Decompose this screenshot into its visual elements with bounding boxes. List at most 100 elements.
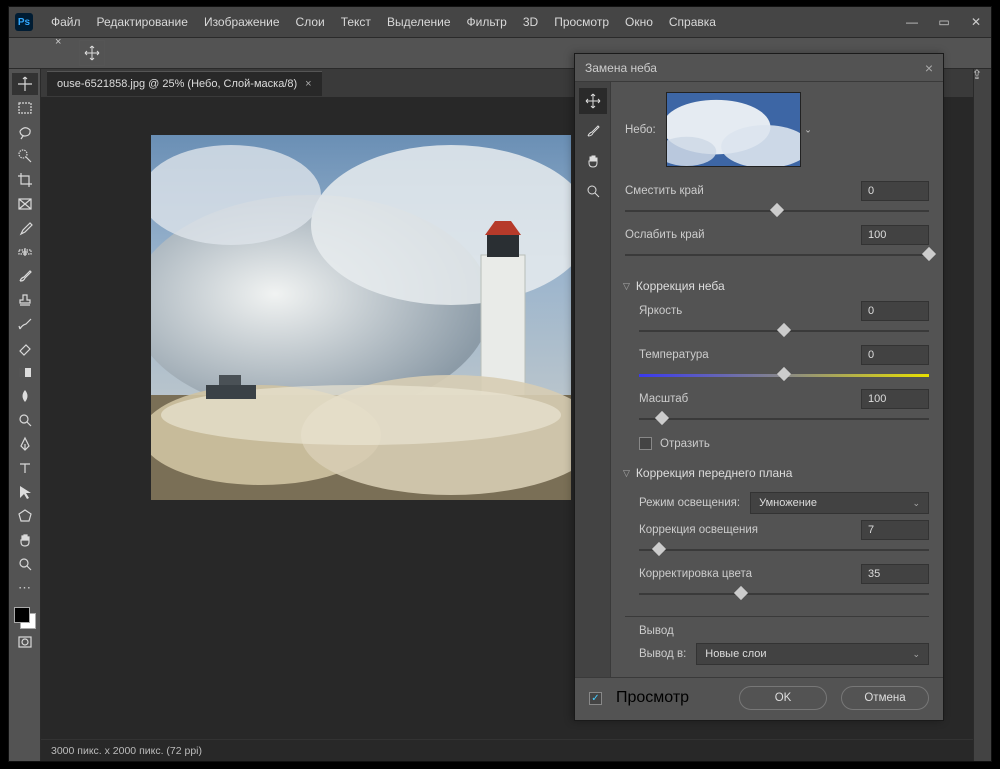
output-to-select[interactable]: Новые слои⌄ <box>696 643 929 665</box>
stamp-tool[interactable] <box>12 289 38 311</box>
cancel-button[interactable]: Отмена <box>841 686 929 710</box>
dialog-footer: ✓ Просмотр OK Отмена <box>575 677 943 720</box>
preview-checkbox[interactable]: ✓ <box>589 692 602 705</box>
scale-slider[interactable] <box>639 411 929 427</box>
dialog-hand-tool[interactable] <box>579 148 607 174</box>
color-adjust-label: Корректировка цвета <box>639 568 752 580</box>
zoom-tool[interactable] <box>12 553 38 575</box>
flip-checkbox[interactable] <box>639 437 652 450</box>
brightness-input[interactable] <box>861 301 929 321</box>
status-bar: 3000 пикс. x 2000 пикс. (72 ppi) <box>41 739 973 761</box>
path-select-tool[interactable] <box>12 481 38 503</box>
quick-select-tool[interactable] <box>12 145 38 167</box>
document-tab-label: ouse-6521858.jpg @ 25% (Небо, Слой-маска… <box>57 78 297 90</box>
dodge-tool[interactable] <box>12 409 38 431</box>
menu-item[interactable]: Окно <box>617 9 661 35</box>
menu-item[interactable]: Выделение <box>379 9 459 35</box>
menu-item[interactable]: Фильтр <box>459 9 515 35</box>
eyedropper-tool[interactable] <box>12 217 38 239</box>
light-mode-label: Режим освещения: <box>639 497 740 509</box>
frame-tool[interactable] <box>12 193 38 215</box>
panel-close-icon[interactable]: × <box>55 36 61 48</box>
dialog-titlebar: Замена неба × <box>575 54 943 82</box>
quick-mask-toggle[interactable] <box>12 631 38 653</box>
chevron-down-icon: ⌄ <box>912 498 920 509</box>
close-button[interactable]: ✕ <box>961 12 991 32</box>
color-swatches[interactable] <box>14 607 36 629</box>
dialog-close-icon[interactable]: × <box>925 60 933 76</box>
shift-edge-input[interactable] <box>861 181 929 201</box>
edit-toolbar[interactable]: ⋯ <box>12 577 38 599</box>
pen-tool[interactable] <box>12 433 38 455</box>
dialog-sky-brush-tool[interactable] <box>579 118 607 144</box>
output-header: Вывод <box>639 625 929 637</box>
light-adjust-label: Коррекция освещения <box>639 524 758 536</box>
dialog-title: Замена неба <box>585 61 657 75</box>
fg-adjust-section[interactable]: ▽ Коррекция переднего плана <box>623 466 929 480</box>
menu-item[interactable]: Изображение <box>196 9 288 35</box>
canvas-image <box>151 135 571 500</box>
menu-item[interactable]: Слои <box>288 9 333 35</box>
light-mode-select[interactable]: Умножение⌄ <box>750 492 929 514</box>
document-tab[interactable]: ouse-6521858.jpg @ 25% (Небо, Слой-маска… <box>47 71 322 96</box>
temperature-input[interactable] <box>861 345 929 365</box>
preview-label: Просмотр <box>616 689 689 707</box>
dialog-content: Небо: ⌄ Сместить край <box>611 82 943 677</box>
history-brush-tool[interactable] <box>12 313 38 335</box>
healing-tool[interactable] <box>12 241 38 263</box>
shape-tool[interactable] <box>12 505 38 527</box>
blur-tool[interactable] <box>12 385 38 407</box>
type-tool[interactable] <box>12 457 38 479</box>
color-adjust-input[interactable] <box>861 564 929 584</box>
color-adjust-slider[interactable] <box>639 586 929 602</box>
chevron-down-icon: ⌄ <box>912 649 920 660</box>
brightness-slider[interactable] <box>639 323 929 339</box>
rect-marquee-tool[interactable] <box>12 97 38 119</box>
move-tool[interactable] <box>12 73 38 95</box>
scale-label: Масштаб <box>639 393 688 405</box>
temperature-label: Температура <box>639 349 709 361</box>
share-icon[interactable]: ⇪ <box>967 65 987 85</box>
toolbox: ⋯ <box>9 69 41 761</box>
scale-input[interactable] <box>861 389 929 409</box>
menu-bar: Ps ФайлРедактированиеИзображениеСлоиТекс… <box>9 7 991 37</box>
dialog-move-tool[interactable] <box>579 88 607 114</box>
sky-adjust-section[interactable]: ▽ Коррекция неба <box>623 279 929 293</box>
menu-item[interactable]: Справка <box>661 9 724 35</box>
eraser-tool[interactable] <box>12 337 38 359</box>
gradient-tool[interactable] <box>12 361 38 383</box>
menu-item[interactable]: Просмотр <box>546 9 617 35</box>
dialog-toolbar <box>575 82 611 677</box>
dialog-zoom-tool[interactable] <box>579 178 607 204</box>
minimize-button[interactable]: — <box>897 12 927 32</box>
menu-item[interactable]: 3D <box>515 9 546 35</box>
chevron-down-icon: ⌄ <box>804 124 812 135</box>
sky-label: Небо: <box>625 124 656 136</box>
light-adjust-input[interactable] <box>861 520 929 540</box>
app-window: Ps ФайлРедактированиеИзображениеСлоиТекс… <box>8 6 992 762</box>
menu-item[interactable]: Текст <box>333 9 379 35</box>
flip-label: Отразить <box>660 438 710 450</box>
fade-edge-slider[interactable] <box>625 247 929 263</box>
menu-item[interactable]: Редактирование <box>89 9 196 35</box>
disclosure-icon: ▽ <box>623 281 630 292</box>
disclosure-icon: ▽ <box>623 468 630 479</box>
hand-tool[interactable] <box>12 529 38 551</box>
ok-button[interactable]: OK <box>739 686 827 710</box>
close-tab-icon[interactable]: × <box>305 78 311 90</box>
status-text: 3000 пикс. x 2000 пикс. (72 ppi) <box>51 745 202 757</box>
menu-item[interactable]: Файл <box>43 9 89 35</box>
sky-preset-picker[interactable]: ⌄ <box>666 92 801 167</box>
output-to-label: Вывод в: <box>639 648 686 660</box>
crop-tool[interactable] <box>12 169 38 191</box>
right-panels-collapsed[interactable] <box>973 69 991 761</box>
shift-edge-slider[interactable] <box>625 203 929 219</box>
app-logo: Ps <box>15 13 33 31</box>
light-adjust-slider[interactable] <box>639 542 929 558</box>
brush-tool[interactable] <box>12 265 38 287</box>
fade-edge-input[interactable] <box>861 225 929 245</box>
temperature-slider[interactable] <box>639 367 929 383</box>
move-tool-preset[interactable] <box>79 40 105 66</box>
maximize-button[interactable]: ▭ <box>929 12 959 32</box>
lasso-tool[interactable] <box>12 121 38 143</box>
